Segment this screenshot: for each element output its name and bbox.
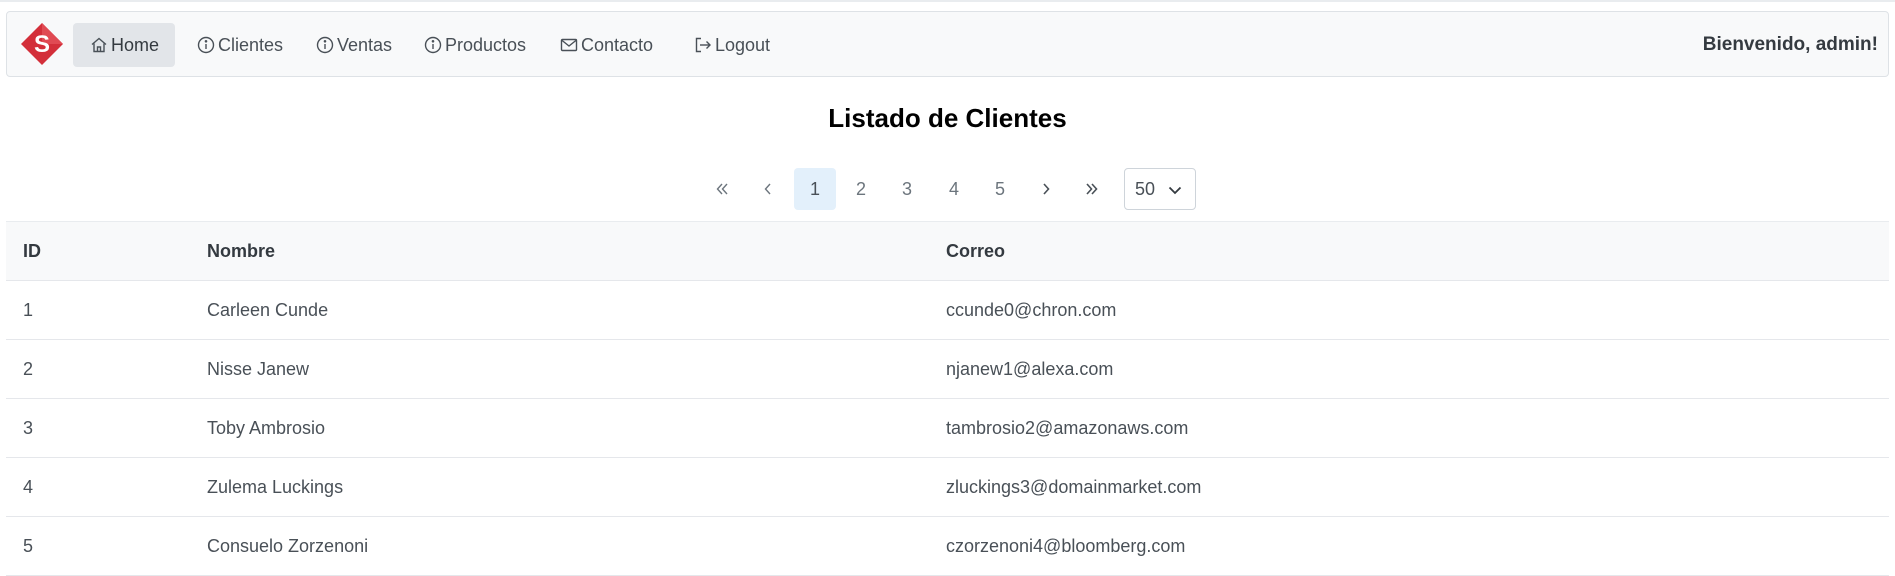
cell-correo: njanew1@alexa.com (946, 358, 1114, 379)
navbar: S Home Clientes Ventas Productos Contact… (6, 11, 1889, 77)
table-header: ID Nombre Correo (6, 221, 1889, 281)
pagination-next-button[interactable] (1025, 168, 1067, 210)
brand-logo-letter: S (34, 31, 50, 58)
pagination-page-3[interactable]: 3 (886, 168, 928, 210)
cell-nombre: Carleen Cunde (207, 299, 329, 320)
nav-logout-label: Logout (715, 34, 771, 55)
page-size-value: 50 (1135, 178, 1156, 199)
table-row[interactable]: 2 Nisse Janew njanew1@alexa.com (6, 340, 1889, 399)
info-icon (316, 36, 334, 54)
cell-correo: czorzenoni4@bloomberg.com (946, 535, 1186, 556)
nav-clientes[interactable]: Clientes (180, 23, 299, 67)
cell-id: 2 (23, 358, 34, 379)
cell-correo: zluckings3@domainmarket.com (946, 476, 1202, 497)
header-correo[interactable]: Correo (946, 222, 1005, 280)
cell-id: 5 (23, 535, 34, 556)
home-icon (91, 37, 107, 53)
pagination-page-1[interactable]: 1 (794, 168, 836, 210)
cell-nombre: Nisse Janew (207, 358, 310, 379)
page-title: Listado de Clientes (828, 103, 1067, 133)
pagination-page-2[interactable]: 2 (840, 168, 882, 210)
welcome-message: Bienvenido, admin! (1702, 34, 1878, 55)
cell-correo: tambrosio2@amazonaws.com (946, 417, 1189, 438)
chevrons-left-icon (716, 183, 728, 195)
nav-logout[interactable]: Logout (677, 23, 786, 67)
logout-icon (695, 37, 711, 53)
pagination-prev-button[interactable] (747, 168, 789, 210)
chevron-right-icon (1043, 183, 1050, 195)
cell-id: 4 (23, 476, 34, 497)
cell-id: 1 (23, 299, 34, 320)
pagination-page-4[interactable]: 4 (933, 168, 975, 210)
nav-home[interactable]: Home (73, 23, 176, 67)
clients-table: ID Nombre Correo 1 Carleen Cunde ccunde0… (6, 221, 1889, 576)
header-nombre[interactable]: Nombre (207, 222, 275, 280)
brand-logo[interactable]: S (19, 21, 65, 67)
pagination-last-button[interactable] (1071, 168, 1113, 210)
info-icon (197, 36, 215, 54)
page-size-select[interactable]: 50 (1124, 168, 1196, 210)
header-id[interactable]: ID (23, 222, 41, 280)
cell-id: 3 (23, 417, 34, 438)
nav-home-label: Home (111, 34, 160, 55)
nav-productos[interactable]: Productos (407, 23, 542, 67)
cell-correo: ccunde0@chron.com (946, 299, 1117, 320)
table-row[interactable]: 3 Toby Ambrosio tambrosio2@amazonaws.com (6, 399, 1889, 458)
mail-icon (560, 38, 578, 52)
table-row[interactable]: 4 Zulema Luckings zluckings3@domainmarke… (6, 458, 1889, 517)
cell-nombre: Toby Ambrosio (207, 417, 326, 438)
nav-productos-label: Productos (445, 34, 527, 55)
chevron-down-icon (1168, 186, 1182, 195)
table-row[interactable]: 1 Carleen Cunde ccunde0@chron.com (6, 281, 1889, 340)
chevrons-right-icon (1086, 183, 1098, 195)
table-row[interactable]: 5 Consuelo Zorzenoni czorzenoni4@bloombe… (6, 517, 1889, 576)
nav-ventas[interactable]: Ventas (299, 23, 408, 67)
nav-clientes-label: Clientes (218, 34, 284, 55)
info-icon (424, 36, 442, 54)
cell-nombre: Zulema Luckings (207, 476, 344, 497)
top-border (0, 0, 1895, 2)
cell-nombre: Consuelo Zorzenoni (207, 535, 369, 556)
nav-ventas-label: Ventas (337, 34, 393, 55)
pagination-page-5[interactable]: 5 (979, 168, 1021, 210)
nav-contacto[interactable]: Contacto (543, 23, 669, 67)
nav-contacto-label: Contacto (581, 34, 654, 55)
pagination-first-button[interactable] (701, 168, 743, 210)
chevron-left-icon (764, 183, 771, 195)
